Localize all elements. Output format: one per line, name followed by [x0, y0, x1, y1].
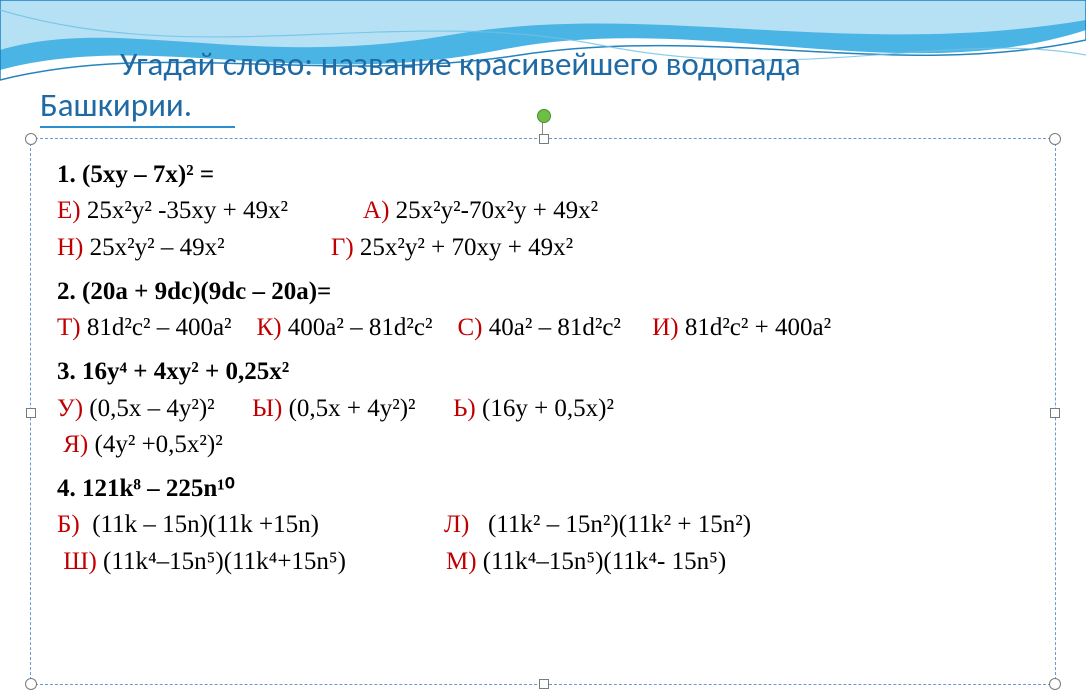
answer-text: 81d²c² – 400a²: [87, 314, 232, 341]
answer-letter: Г): [331, 234, 354, 261]
q1-answers: Е) 25x²y² ‑35xy + 49x² А) 25x²y²‑70x²y +…: [57, 193, 1029, 266]
q4-expression: 121k⁸ – 225n¹⁰: [82, 475, 235, 502]
rotation-handle[interactable]: [537, 109, 551, 123]
q2-answers: Т) 81d²c² – 400a² К) 400a² – 81d²c² С) 4…: [57, 310, 1029, 346]
answer-text: (11k⁴–15n⁵)(11k⁴‑ 15n⁵): [483, 548, 726, 575]
q2-answer-S: С) 40a² – 81d²c²: [457, 310, 620, 346]
resize-handle-tl[interactable]: [25, 133, 37, 145]
answer-letter: Ш): [63, 548, 97, 575]
question-1: 1. (5xy – 7x)² =: [57, 157, 1029, 193]
q4-answer-M: М) (11k⁴–15n⁵)(11k⁴‑ 15n⁵): [446, 544, 726, 580]
resize-handle-tr[interactable]: [1049, 133, 1061, 145]
answer-text: (11k² – 15n²)(11k² + 15n²): [488, 511, 751, 538]
answer-text: 40a² – 81d²c²: [489, 314, 621, 341]
q2-expression: (20a + 9dc)(9dc – 20a)=: [82, 278, 331, 305]
answer-text: 25x²y² + 70xy + 49x²: [360, 234, 573, 261]
answer-letter: Т): [57, 314, 81, 341]
answer-letter: Ы): [252, 395, 282, 422]
answer-text: (0,5x – 4y²)²: [89, 395, 214, 422]
q2-answer-T: Т) 81d²c² – 400a²: [57, 310, 232, 346]
resize-handle-tm[interactable]: [539, 134, 549, 144]
answer-text: (11k – 15n)(11k +15n): [92, 511, 319, 538]
answer-text: 25x²y² ‑35xy + 49x²: [87, 197, 288, 224]
q3-answer-Soft: Ь) (16y + 0,5x)²: [453, 391, 614, 427]
title-line-1: Угадай слово: название красивейшего водо…: [120, 44, 801, 84]
rotation-connector: [542, 121, 543, 135]
q2-label: 2.: [57, 278, 76, 305]
q1-expression: (5xy – 7x)² =: [82, 161, 214, 188]
q2-answer-K: К) 400a² – 81d²c²: [257, 310, 433, 346]
q1-answer-N: Н) 25x²y² – 49x²: [57, 230, 225, 266]
answer-text: (11k⁴–15n⁵)(11k⁴+15n⁵): [103, 548, 346, 575]
q4-answer-Sh: Ш) (11k⁴–15n⁵)(11k⁴+15n⁵): [63, 544, 346, 580]
q3-expression: 16y⁴ + 4xy² + 0,25x²: [82, 358, 289, 385]
answer-letter: Е): [57, 197, 81, 224]
content-body: 1. (5xy – 7x)² = Е) 25x²y² ‑35xy + 49x² …: [57, 157, 1029, 580]
answer-text: 25x²y² – 49x²: [90, 234, 225, 261]
question-3: 3. 16y⁴ + 4xy² + 0,25x²: [57, 354, 1029, 390]
answer-letter: У): [57, 395, 83, 422]
question-2: 2. (20a + 9dc)(9dc – 20a)=: [57, 274, 1029, 310]
answer-letter: И): [652, 314, 678, 341]
q3-answer-Ya: Я) (4y² +0,5x²)²: [63, 427, 223, 463]
q3-answer-U: У) (0,5x – 4y²)²: [57, 391, 215, 427]
answer-letter: С): [457, 314, 482, 341]
answer-letter: Я): [63, 431, 88, 458]
q1-label: 1.: [57, 161, 76, 188]
resize-handle-br[interactable]: [1049, 678, 1061, 690]
q2-answer-I: И) 81d²c² + 400a²: [652, 314, 831, 341]
resize-handle-bl[interactable]: [25, 678, 37, 690]
answer-letter: Ь): [453, 395, 476, 422]
q1-answer-E: Е) 25x²y² ‑35xy + 49x²: [57, 193, 288, 229]
q1-answer-A: А) 25x²y²‑70x²y + 49x²: [363, 193, 598, 229]
answer-letter: К): [257, 314, 282, 341]
answer-letter: А): [363, 197, 389, 224]
answer-letter: Н): [57, 234, 83, 261]
answer-letter: Л): [444, 511, 469, 538]
answer-letter: Б): [57, 511, 80, 538]
question-4: 4. 121k⁸ – 225n¹⁰: [57, 471, 1029, 507]
answer-text: 400a² – 81d²c²: [288, 314, 433, 341]
resize-handle-mr[interactable]: [1050, 408, 1060, 418]
q3-answer-Yi: Ы) (0,5x + 4y²)²: [252, 391, 415, 427]
q1-answer-G: Г) 25x²y² + 70xy + 49x²: [331, 230, 573, 266]
q4-answers: Б) (11k – 15n)(11k +15n) Л) (11k² – 15n²…: [57, 507, 1029, 580]
answer-text: (0,5x + 4y²)²: [289, 395, 416, 422]
q3-label: 3.: [57, 358, 76, 385]
content-textbox[interactable]: 1. (5xy – 7x)² = Е) 25x²y² ‑35xy + 49x² …: [30, 138, 1056, 685]
title-underline: [40, 126, 235, 128]
resize-handle-ml[interactable]: [26, 408, 36, 418]
q4-answer-B: Б) (11k – 15n)(11k +15n): [57, 507, 319, 543]
slide: Угадай слово: название красивейшего водо…: [0, 0, 1086, 695]
title-line-2: Башкирии.: [40, 85, 192, 125]
q4-label: 4.: [57, 475, 76, 502]
answer-text: (4y² +0,5x²)²: [95, 431, 223, 458]
q4-answer-L: Л) (11k² – 15n²)(11k² + 15n²): [444, 507, 751, 543]
q3-answers: У) (0,5x – 4y²)² Ы) (0,5x + 4y²)² Ь) (16…: [57, 391, 1029, 464]
answer-letter: М): [446, 548, 477, 575]
answer-text: 81d²c² + 400a²: [685, 314, 831, 341]
answer-text: 25x²y²‑70x²y + 49x²: [396, 197, 598, 224]
resize-handle-bm[interactable]: [539, 679, 549, 689]
answer-text: (16y + 0,5x)²: [482, 395, 614, 422]
